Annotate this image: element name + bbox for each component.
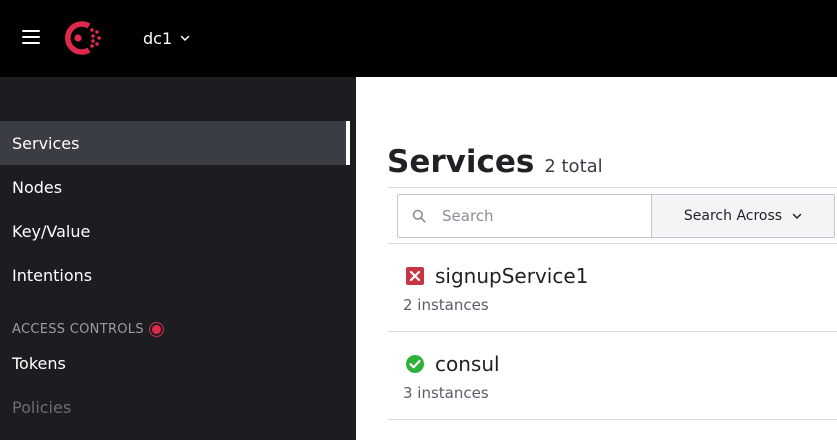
sidebar-item-label: Policies	[12, 397, 72, 417]
sidebar-item-key-value[interactable]: Key/Value	[0, 209, 356, 253]
search-across-label: Search Across	[683, 208, 783, 224]
chevron-down-icon	[180, 35, 190, 41]
sidebar-item-policies: Policies	[0, 385, 356, 429]
sidebar-item-label: Tokens	[12, 353, 66, 373]
service-name: consul	[435, 352, 500, 376]
service-name: signupService1	[435, 264, 589, 288]
divider	[387, 419, 837, 420]
service-instances: 2 instances	[403, 296, 489, 314]
alert-dot-icon	[151, 325, 161, 334]
search-field[interactable]	[398, 195, 651, 237]
service-row[interactable]: signupService1 2 instances	[387, 244, 837, 330]
service-row[interactable]: consul 3 instances	[387, 332, 837, 418]
hamburger-icon[interactable]	[22, 29, 40, 45]
sidebar-item-label: Nodes	[12, 177, 63, 197]
service-instances: 3 instances	[403, 384, 489, 402]
sidebar-item-tokens[interactable]: Tokens	[0, 341, 356, 385]
sidebar-item-label: Intentions	[12, 265, 93, 285]
divider	[387, 187, 837, 188]
search-across-dropdown[interactable]: Search Across	[651, 195, 834, 237]
sidebar-item-label: Services	[12, 133, 80, 153]
search-input[interactable]	[440, 206, 624, 226]
page-header: Services 2 total	[387, 144, 603, 180]
chevron-down-icon	[792, 213, 802, 219]
consul-logo[interactable]	[63, 18, 105, 58]
datacenter-label: dc1	[143, 28, 173, 48]
sidebar: Services Nodes Key/Value Intentions ACCE…	[0, 77, 356, 440]
service-name-row: signupService1	[405, 264, 588, 288]
page-title: Services	[387, 144, 535, 180]
x-square-icon	[406, 267, 424, 285]
sidebar-item-label: Key/Value	[12, 221, 91, 241]
datacenter-dropdown[interactable]: dc1	[143, 27, 190, 49]
search-icon	[412, 209, 426, 223]
service-name-row: consul	[405, 352, 500, 376]
section-label: ACCESS CONTROLS	[12, 322, 144, 337]
check-circle-icon	[406, 355, 424, 373]
sidebar-item-intentions[interactable]: Intentions	[0, 253, 356, 297]
total-count: 2 total	[544, 156, 603, 177]
sidebar-item-nodes[interactable]: Nodes	[0, 165, 356, 209]
sidebar-item-services[interactable]: Services	[0, 121, 350, 165]
filter-bar: Search Across	[397, 194, 835, 238]
top-nav-bar: dc1	[0, 0, 837, 77]
sidebar-section-access-controls: ACCESS CONTROLS	[12, 322, 161, 337]
